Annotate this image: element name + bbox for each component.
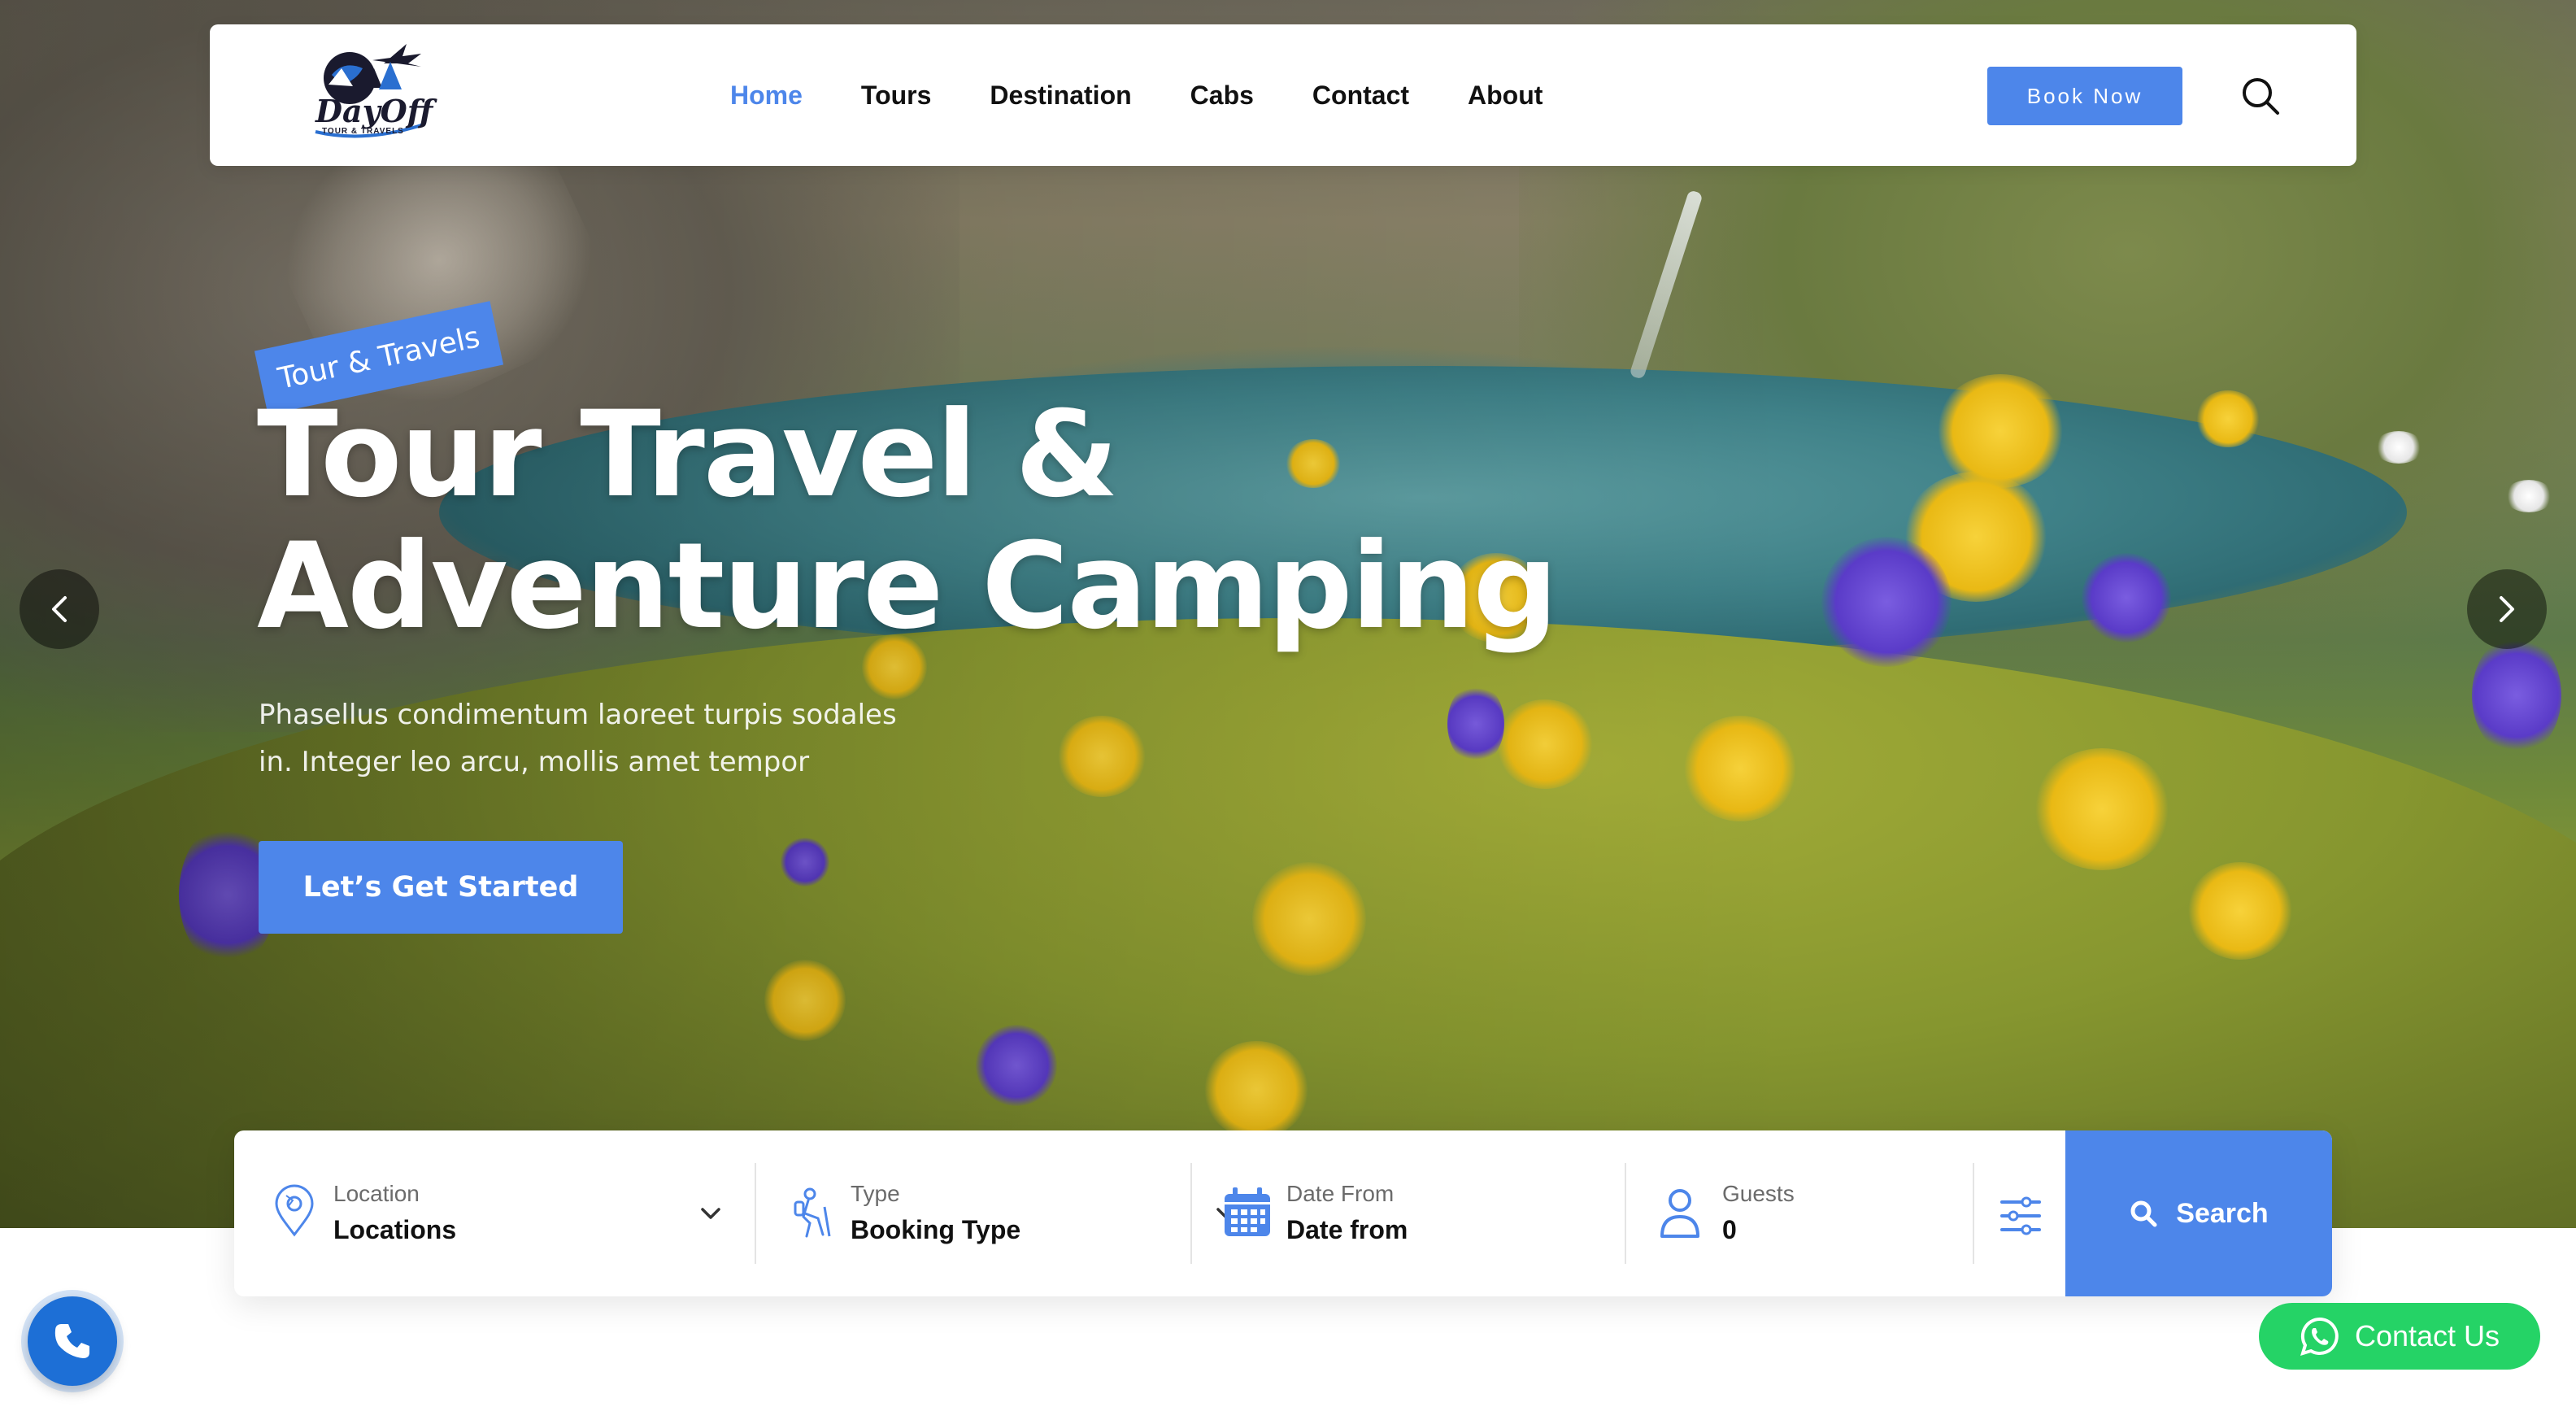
slider-prev-button[interactable] (20, 569, 99, 649)
nav-about[interactable]: About (1468, 81, 1543, 111)
nav-destination[interactable]: Destination (990, 81, 1131, 111)
date-from-field[interactable]: Date From Date from (1221, 1163, 1612, 1264)
search-icon (2130, 1200, 2157, 1227)
hero-title-line-2: Adventure Camping (257, 517, 1558, 656)
slider-next-button[interactable] (2467, 569, 2547, 649)
search-submit-button[interactable]: Search (2065, 1130, 2332, 1296)
hero-title-line-1: Tour Travel & (257, 386, 1119, 524)
search-icon[interactable] (2239, 74, 2282, 118)
calendar-icon (1225, 1187, 1270, 1236)
user-icon (1660, 1189, 1699, 1238)
location-value: Locations (333, 1215, 457, 1244)
booking-type-select[interactable]: Type Booking Type (785, 1163, 1241, 1264)
hero-subtitle: Phasellus condimentum laoreet turpis sod… (259, 691, 925, 786)
whatsapp-icon (2300, 1317, 2339, 1356)
chevron-right-icon (2500, 596, 2514, 622)
type-label: Type (851, 1181, 900, 1206)
nav-tours[interactable]: Tours (861, 81, 932, 111)
hero-subtitle-line-2: in. Integer leo arcu, mollis amet tempor (259, 746, 810, 778)
field-divider (755, 1163, 756, 1264)
hero-subtitle-line-1: Phasellus condimentum laoreet turpis sod… (259, 699, 897, 731)
logo-wordmark: DayOff (315, 93, 433, 129)
nav-home[interactable]: Home (730, 81, 803, 111)
search-submit-label: Search (2176, 1197, 2269, 1229)
sliders-icon[interactable] (1999, 1196, 2043, 1236)
field-divider (1973, 1163, 1974, 1264)
logo-tagline: TOUR & TRAVELS (322, 127, 404, 136)
date-label: Date From (1286, 1181, 1395, 1206)
hero-title: Tour Travel & Adventure Camping (257, 389, 1721, 652)
guests-field[interactable]: Guests 0 (1656, 1163, 1965, 1264)
chevron-down-icon (701, 1208, 720, 1219)
field-divider (1625, 1163, 1626, 1264)
book-now-button[interactable]: Book Now (1987, 67, 2182, 125)
location-select[interactable]: Location Locations (268, 1163, 724, 1264)
date-value: Date from (1286, 1215, 1408, 1244)
call-button[interactable] (28, 1296, 117, 1386)
location-label: Location (333, 1181, 420, 1206)
booking-search-bar: Location Locations Type Booking Type Dat… (234, 1130, 2332, 1296)
type-value: Booking Type (851, 1215, 1021, 1244)
get-started-button[interactable]: Let’s Get Started (259, 841, 623, 934)
guests-value: 0 (1722, 1215, 1737, 1244)
whatsapp-contact-button[interactable]: Contact Us (2259, 1303, 2540, 1370)
nav-contact[interactable]: Contact (1312, 81, 1409, 111)
header-navbar: DayOff TOUR & TRAVELS Home Tours Destina… (210, 24, 2356, 166)
hiker-icon (794, 1187, 831, 1238)
nav-cabs[interactable]: Cabs (1190, 81, 1254, 111)
phone-icon (54, 1324, 89, 1358)
map-pin-icon (275, 1184, 314, 1237)
contact-us-label: Contact Us (2354, 1319, 2500, 1353)
main-nav: Home Tours Destination Cabs Contact Abou… (730, 24, 1543, 166)
field-divider (1190, 1163, 1192, 1264)
chevron-left-icon (52, 596, 67, 622)
guests-label: Guests (1722, 1181, 1795, 1206)
brand-logo[interactable]: DayOff TOUR & TRAVELS (299, 36, 437, 150)
